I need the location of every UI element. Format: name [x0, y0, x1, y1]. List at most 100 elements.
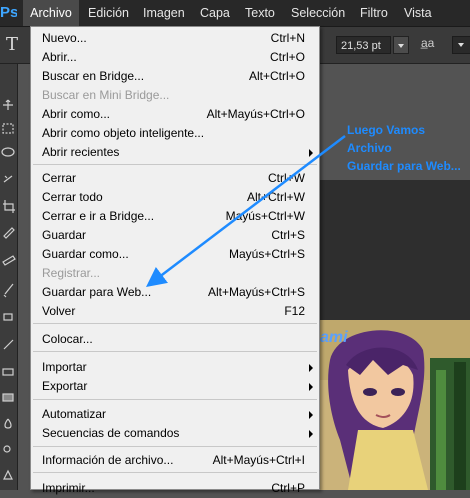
menu-item-informacion-de-archivo[interactable]: Información de archivo... Alt+Mayús+Ctrl+… [31, 451, 319, 470]
menu-separator [33, 164, 317, 165]
gradient-tool-icon [2, 393, 14, 402]
eyedropper-tool-icon [3, 227, 15, 239]
document-canvas-image: ami [318, 320, 470, 490]
brush-tool-icon [3, 283, 14, 298]
dodge-tool-icon [3, 445, 11, 453]
menu-item-cerrar[interactable]: Cerrar Ctrl+W [31, 169, 319, 188]
menu-item-nuevo[interactable]: Nuevo... Ctrl+N [31, 29, 319, 48]
type-tool-icon[interactable]: T [6, 34, 18, 55]
menu-filtro[interactable]: Filtro [360, 0, 388, 26]
menu-item-guardar-como[interactable]: Guardar como... Mayús+Ctrl+S [31, 245, 319, 264]
move-tool-icon [3, 99, 13, 110]
annotation-line-1: Luego Vamos [347, 123, 426, 137]
submenu-arrow-icon [309, 149, 313, 157]
submenu-arrow-icon [309, 364, 313, 372]
menu-item-label: Información de archivo... [42, 453, 174, 467]
document-canvas-dark [318, 180, 470, 320]
menu-item-abrir[interactable]: Abrir... Ctrl+O [31, 48, 319, 67]
menu-item-label: Cerrar todo [42, 190, 103, 204]
menu-item-guardar[interactable]: Guardar Ctrl+S [31, 226, 319, 245]
tool-icons [1, 99, 16, 480]
menu-item-label: Buscar en Bridge... [42, 69, 145, 83]
menu-item-label: Automatizar [42, 407, 107, 421]
tools-panel [0, 64, 18, 490]
font-size-dropdown-button[interactable] [393, 36, 409, 54]
menu-bar: Ps Archivo Edición Imagen Capa Texto Sel… [0, 0, 470, 27]
menu-item-shortcut: Ctrl+O [269, 50, 305, 64]
menu-edicion[interactable]: Edición [88, 0, 129, 26]
menu-item-shortcut: Ctrl+N [270, 31, 305, 45]
menu-capa[interactable]: Capa [200, 0, 230, 26]
menu-item-label: Abrir como... [42, 107, 111, 121]
menu-item-label: Imprimir... [42, 481, 95, 495]
lasso-tool-icon [1, 147, 15, 157]
menu-item-shortcut: Alt+Mayús+Ctrl+I [212, 453, 305, 467]
menu-item-label: Abrir... [42, 50, 77, 64]
archivo-dropdown-menu: Nuevo... Ctrl+N Abrir... Ctrl+O Buscar en Br… [30, 26, 320, 495]
stamp-tool-icon [3, 313, 13, 321]
menu-item-cerrar-todo[interactable]: Cerrar todo Alt+Ctrl+W [31, 188, 319, 207]
menu-archivo[interactable]: Archivo [23, 0, 79, 26]
menu-item-volver[interactable]: Volver F12 [31, 302, 319, 321]
menu-item-shortcut: Mayús+Ctrl+W [225, 209, 305, 223]
menu-item-label: Guardar para Web... [42, 285, 152, 299]
menu-item-label: Guardar como... [42, 247, 129, 261]
menu-item-abrir-como[interactable]: Abrir como... Alt+Mayús+Ctrl+O [31, 105, 319, 124]
menu-item-shortcut: Ctrl+W [268, 171, 305, 185]
menu-item-shortcut: Alt+Mayús+Ctrl+S [207, 285, 305, 299]
menu-item-label: Colocar... [42, 332, 93, 346]
submenu-arrow-icon [309, 411, 313, 419]
menu-vista[interactable]: Vista [404, 0, 432, 26]
menu-item-label: Cerrar [42, 171, 77, 185]
menu-item-automatizar[interactable]: Automatizar [31, 405, 319, 424]
quick-select-tool-icon [3, 175, 13, 183]
menu-separator [33, 446, 317, 447]
menu-item-exportar[interactable]: Exportar [31, 377, 319, 396]
menu-separator [33, 472, 317, 473]
menu-seleccion[interactable]: Selección [291, 0, 345, 26]
menu-item-shortcut: Mayús+Ctrl+S [228, 247, 305, 261]
menu-separator [33, 323, 317, 324]
menu-item-abrir-como-objeto-inteligente[interactable]: Abrir como objeto inteligente... [31, 124, 319, 143]
menu-texto[interactable]: Texto [245, 0, 275, 26]
eraser-tool-icon [2, 368, 14, 376]
menu-item-buscar-en-bridge[interactable]: Buscar en Bridge... Alt+Ctrl+O [31, 67, 319, 86]
menu-item-label: Guardar [42, 228, 87, 242]
menu-item-imprimir[interactable]: Imprimir... Ctrl+P [31, 479, 319, 498]
menu-item-label: Nuevo... [42, 31, 87, 45]
photoshop-logo: Ps [0, 4, 17, 21]
submenu-arrow-icon [309, 383, 313, 391]
annotation-line-2: Archivo [347, 141, 392, 155]
menu-item-secuencias-de-comandos[interactable]: Secuencias de comandos [31, 424, 319, 443]
tutorial-annotation: Luego Vamos Archivo Guardar para Web... [347, 121, 461, 175]
menu-item-colocar[interactable]: Colocar... [31, 330, 319, 349]
menu-item-abrir-recientes[interactable]: Abrir recientes [31, 143, 319, 162]
menu-item-registrar: Registrar... [31, 264, 319, 283]
anime-artwork: ami [318, 320, 470, 490]
crop-tool-icon [3, 200, 15, 213]
menu-item-label: Volver [42, 304, 76, 318]
menu-imagen[interactable]: Imagen [143, 0, 185, 26]
menu-item-shortcut: Alt+Ctrl+W [246, 190, 305, 204]
antialias-select[interactable] [452, 36, 470, 54]
menu-item-label: Secuencias de comandos [42, 426, 180, 440]
healing-tool-icon [2, 255, 16, 266]
annotation-line-3: Guardar para Web... [347, 159, 461, 173]
menu-item-importar[interactable]: Importar [31, 358, 319, 377]
menu-item-label: Registrar... [42, 266, 101, 280]
menu-item-shortcut: F12 [284, 304, 305, 318]
menu-item-cerrar-e-ir-a-bridge[interactable]: Cerrar e ir a Bridge... Mayús+Ctrl+W [31, 207, 319, 226]
menu-item-buscar-en-mini-bridge: Buscar en Mini Bridge... [31, 86, 319, 105]
menu-item-shortcut: Alt+Mayús+Ctrl+O [206, 107, 305, 121]
menu-item-label: Abrir recientes [42, 145, 120, 159]
menu-separator [33, 399, 317, 400]
menu-item-label: Importar [42, 360, 87, 374]
menu-item-label: Cerrar e ir a Bridge... [42, 209, 155, 223]
menu-item-guardar-para-web[interactable]: Guardar para Web... Alt+Mayús+Ctrl+S [31, 283, 319, 302]
font-size-input[interactable]: 21,53 pt [336, 36, 391, 54]
menu-item-label: Exportar [42, 379, 88, 393]
antialias-icon: a̲a [421, 36, 435, 50]
submenu-arrow-icon [309, 430, 313, 438]
menu-separator [33, 351, 317, 352]
menu-item-label: Buscar en Mini Bridge... [42, 88, 170, 102]
